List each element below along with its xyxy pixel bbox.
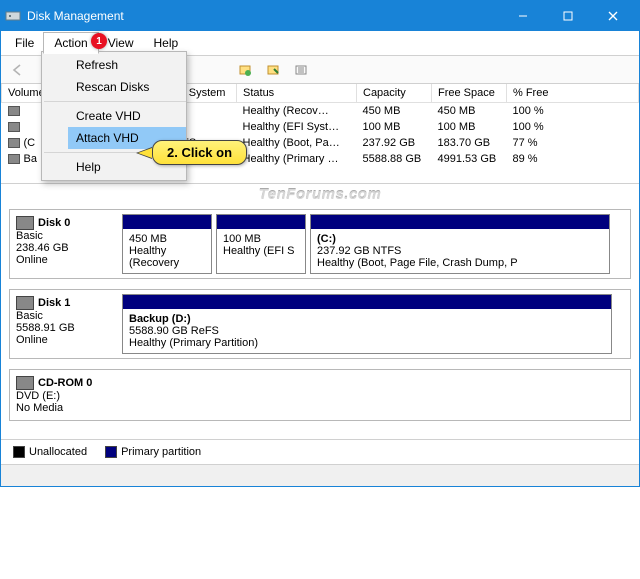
col-capacity[interactable]: Capacity <box>357 84 432 103</box>
annotation-step1-marker: 1 <box>91 33 107 49</box>
annotation-step2-label: 2. Click on <box>152 140 247 165</box>
legend-unallocated: Unallocated <box>13 446 87 458</box>
list-icon[interactable] <box>290 59 312 81</box>
partition[interactable]: 450 MBHealthy (Recovery <box>122 214 212 274</box>
menuitem-rescan[interactable]: Rescan Disks <box>68 76 186 98</box>
disk-row[interactable]: Disk 0Basic238.46 GBOnline450 MBHealthy … <box>9 209 631 279</box>
disk-pane: Disk 0Basic238.46 GBOnline450 MBHealthy … <box>1 209 639 439</box>
legend: Unallocated Primary partition <box>1 439 639 464</box>
statusbar <box>1 464 639 486</box>
disk-info: Disk 0Basic238.46 GBOnline <box>10 210 118 278</box>
col-status[interactable]: Status <box>237 84 357 103</box>
back-button[interactable] <box>7 59 29 81</box>
disk-partitions <box>118 370 630 420</box>
menubar: File Action View Help 1 Refresh Rescan D… <box>1 31 639 56</box>
disk-row[interactable]: CD-ROM 0DVD (E:)No Media <box>9 369 631 421</box>
menu-help[interactable]: Help <box>144 33 189 53</box>
menuitem-refresh[interactable]: Refresh <box>68 54 186 76</box>
annotation-step1-label: 1 <box>91 33 107 49</box>
partition[interactable]: 100 MBHealthy (EFI S <box>216 214 306 274</box>
menuitem-create-vhd[interactable]: Create VHD <box>68 105 186 127</box>
refresh-icon[interactable] <box>234 59 256 81</box>
col-pctfree[interactable]: % Free <box>507 84 639 103</box>
menu-separator <box>44 101 186 102</box>
partition[interactable]: Backup (D:)5588.90 GB ReFSHealthy (Prima… <box>122 294 612 354</box>
legend-primary: Primary partition <box>105 446 201 458</box>
disk-info: CD-ROM 0DVD (E:)No Media <box>10 370 118 420</box>
disk-row[interactable]: Disk 1Basic5588.91 GBOnlineBackup (D:)55… <box>9 289 631 359</box>
watermark: TenForums.com <box>1 184 639 209</box>
window-title: Disk Management <box>27 9 500 23</box>
menu-file[interactable]: File <box>5 33 44 53</box>
disk-management-window: Disk Management File Action View Help 1 … <box>0 0 640 487</box>
minimize-button[interactable] <box>500 1 545 31</box>
titlebar: Disk Management <box>1 1 639 31</box>
properties-icon[interactable] <box>262 59 284 81</box>
maximize-button[interactable] <box>545 1 590 31</box>
partition[interactable]: (C:)237.92 GB NTFSHealthy (Boot, Page Fi… <box>310 214 610 274</box>
disk-info: Disk 1Basic5588.91 GBOnline <box>10 290 118 358</box>
disk-partitions: Backup (D:)5588.90 GB ReFSHealthy (Prima… <box>118 290 630 358</box>
app-icon <box>5 8 21 24</box>
col-freespace[interactable]: Free Space <box>432 84 507 103</box>
annotation-step2-callout: 2. Click on <box>152 140 247 165</box>
disk-partitions: 450 MBHealthy (Recovery100 MBHealthy (EF… <box>118 210 630 278</box>
close-button[interactable] <box>590 1 635 31</box>
